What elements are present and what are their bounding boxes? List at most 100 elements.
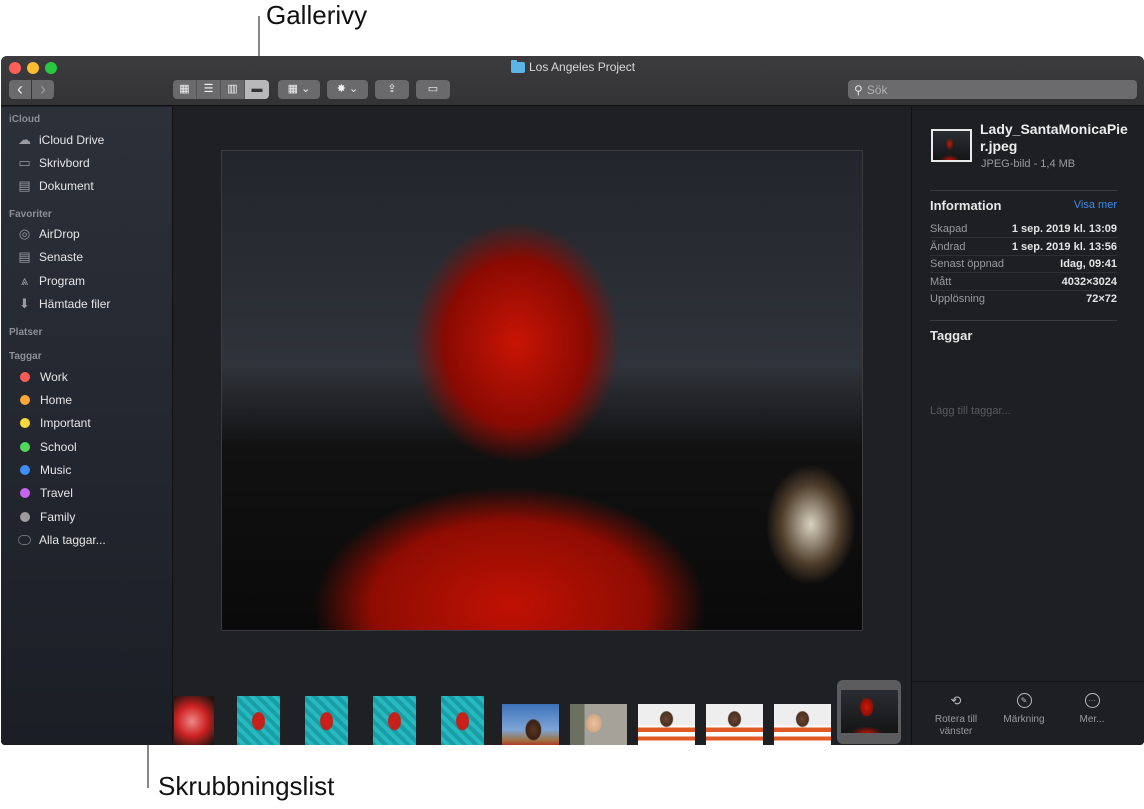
scrubber-thumbnail[interactable] bbox=[174, 696, 214, 745]
action-label: Märkning bbox=[1003, 714, 1045, 725]
minimize-button[interactable] bbox=[27, 62, 39, 74]
search-field[interactable]: ⚲ bbox=[848, 80, 1137, 99]
grid-icon: ▦ bbox=[179, 83, 190, 95]
information-heading: Information bbox=[930, 198, 1002, 213]
sidebar-item-label: Skrivbord bbox=[39, 156, 90, 170]
tags-heading: Taggar bbox=[930, 328, 973, 343]
gallery-view bbox=[174, 107, 910, 745]
scrubber-thumbnail[interactable] bbox=[502, 704, 559, 745]
sidebar-item-label: iCloud Drive bbox=[39, 133, 105, 147]
action-label: Mer... bbox=[1079, 714, 1105, 725]
sidebar-item-label: Dokument bbox=[39, 179, 94, 193]
image-preview[interactable] bbox=[221, 150, 863, 631]
sidebar-section-locations: Platser bbox=[9, 327, 43, 338]
sidebar-item-label: Important bbox=[40, 416, 91, 430]
sidebar-item-recents[interactable]: ▤ Senaste bbox=[17, 247, 83, 267]
gallery-icon: ▬ bbox=[251, 83, 263, 95]
sidebar-tag-family[interactable]: Family bbox=[17, 507, 75, 527]
tag-color-dot-blue bbox=[20, 465, 30, 475]
search-input[interactable] bbox=[866, 82, 1117, 97]
folder-icon bbox=[511, 59, 525, 73]
sidebar-item-applications[interactable]: ⩓ Program bbox=[17, 271, 85, 291]
info-key: Senast öppnad bbox=[930, 257, 1005, 270]
scrubber-thumbnail-selected[interactable] bbox=[837, 680, 901, 744]
scrubber-thumbnail[interactable] bbox=[570, 704, 627, 745]
tag-color-dot-red bbox=[20, 372, 30, 382]
icon-view-button[interactable]: ▦ bbox=[173, 80, 197, 99]
sidebar-item-label: Senaste bbox=[39, 250, 84, 264]
info-value: 1 sep. 2019 kl. 13:56 bbox=[1011, 240, 1117, 253]
tag-color-dot-purple bbox=[20, 488, 30, 498]
sidebar-item-downloads[interactable]: ⬇ Hämtade filer bbox=[17, 294, 110, 314]
scrubber-thumbnail[interactable] bbox=[237, 696, 280, 745]
info-key: Mått bbox=[930, 275, 952, 288]
search-icon: ⚲ bbox=[854, 82, 863, 97]
sidebar-item-icloud-drive[interactable]: ☁ iCloud Drive bbox=[17, 130, 104, 150]
sidebar-item-airdrop[interactable]: ◎ AirDrop bbox=[17, 224, 80, 244]
rotate-left-button[interactable]: ⟲ Rotera till vänster bbox=[922, 682, 990, 745]
chevron-right-icon: › bbox=[40, 79, 46, 99]
airdrop-icon: ◎ bbox=[18, 226, 31, 241]
view-mode-segmented-control: ▦ ☰ ▥ ▬ bbox=[173, 80, 269, 99]
sidebar-tag-work[interactable]: Work bbox=[17, 367, 68, 387]
scrubber-thumbnail[interactable] bbox=[774, 704, 831, 745]
back-button[interactable]: ‹ bbox=[9, 79, 31, 99]
sidebar-item-label: Program bbox=[39, 274, 86, 288]
gear-icon: ✸ ⌄ bbox=[336, 83, 359, 95]
divider bbox=[930, 190, 1117, 191]
sidebar-item-label: Work bbox=[40, 370, 68, 384]
zoom-button[interactable] bbox=[45, 62, 57, 74]
add-tags-field[interactable]: Lägg till taggar... bbox=[930, 405, 1011, 417]
file-thumbnail bbox=[931, 129, 972, 162]
scrubber-thumbnail[interactable] bbox=[441, 696, 484, 745]
preview-pane: Lady_SantaMonicaPier.jpeg JPEG-bild - 1,… bbox=[911, 107, 1144, 745]
divider bbox=[930, 320, 1117, 321]
info-value: 72×72 bbox=[1086, 293, 1117, 305]
tag-icon: ▭ bbox=[427, 83, 439, 95]
recents-icon: ▤ bbox=[18, 249, 31, 264]
tag-color-dot-green bbox=[20, 442, 30, 452]
sidebar-section-favorites: Favoriter bbox=[9, 209, 52, 220]
scrubber-thumbnail[interactable] bbox=[706, 704, 763, 745]
sidebar-item-label: Alla taggar... bbox=[39, 533, 106, 547]
sidebar-section-tags: Taggar bbox=[9, 351, 42, 362]
action-button[interactable]: ✸ ⌄ bbox=[327, 80, 368, 99]
show-more-link[interactable]: Visa mer bbox=[1074, 199, 1117, 211]
markup-button[interactable]: ✎ Märkning bbox=[990, 682, 1058, 745]
sidebar-tag-travel[interactable]: Travel bbox=[17, 483, 73, 503]
sidebar-tag-home[interactable]: Home bbox=[17, 390, 72, 410]
sidebar-tag-important[interactable]: Important bbox=[17, 413, 91, 433]
tag-color-dot-gray bbox=[20, 512, 30, 522]
chevron-left-icon: ‹ bbox=[17, 79, 23, 99]
tag-button[interactable]: ▭ bbox=[416, 80, 450, 99]
sidebar-item-label: Travel bbox=[40, 486, 73, 500]
columns-icon: ▥ bbox=[227, 83, 238, 95]
list-icon: ☰ bbox=[203, 83, 214, 95]
sidebar-item-documents[interactable]: ▤ Dokument bbox=[17, 176, 94, 196]
sidebar-item-label: AirDrop bbox=[39, 227, 80, 241]
scrubber-thumbnail[interactable] bbox=[305, 696, 348, 745]
forward-button[interactable]: › bbox=[32, 79, 54, 99]
action-label: Rotera till vänster bbox=[934, 714, 978, 737]
scrubber-thumbnail[interactable] bbox=[373, 696, 416, 745]
sidebar-tag-music[interactable]: Music bbox=[17, 460, 71, 480]
group-button[interactable]: ▦ ⌄ bbox=[278, 80, 320, 99]
column-view-button[interactable]: ▥ bbox=[221, 80, 245, 99]
sidebar-item-label: Home bbox=[40, 393, 73, 407]
share-button[interactable]: ⇪ bbox=[375, 80, 409, 99]
sidebar-tag-school[interactable]: School bbox=[17, 437, 77, 457]
group-grid-icon: ▦ ⌄ bbox=[287, 83, 311, 95]
scrubber-thumbnail[interactable] bbox=[638, 704, 695, 745]
more-button[interactable]: ··· Mer... bbox=[1058, 682, 1126, 745]
sidebar-tag-all-tags[interactable]: Alla taggar... bbox=[17, 530, 106, 550]
info-key: Upplösning bbox=[930, 293, 986, 305]
gallery-view-button[interactable]: ▬ bbox=[245, 80, 269, 99]
info-row-created: Skapad 1 sep. 2019 kl. 13:09 bbox=[930, 220, 1117, 238]
sidebar-item-label: Hämtade filer bbox=[39, 297, 111, 311]
sidebar-item-label: School bbox=[40, 440, 77, 454]
scrubber-bar bbox=[174, 675, 910, 745]
tag-color-dot-orange bbox=[20, 395, 30, 405]
list-view-button[interactable]: ☰ bbox=[197, 80, 221, 99]
sidebar-item-desktop[interactable]: ▭ Skrivbord bbox=[17, 153, 90, 173]
close-button[interactable] bbox=[9, 62, 21, 74]
